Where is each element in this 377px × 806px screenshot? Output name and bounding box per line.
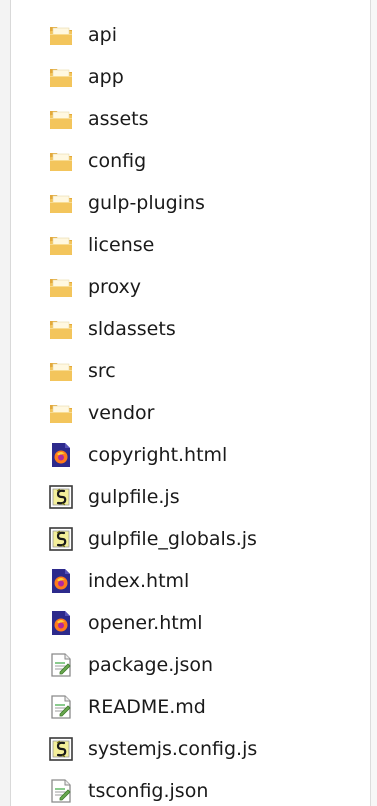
folder-item[interactable]: proxy	[0, 266, 377, 308]
folder-icon	[47, 357, 75, 385]
firefox-html-icon	[47, 609, 75, 637]
item-name: gulpfile.js	[88, 485, 180, 508]
item-name: config	[88, 149, 147, 172]
text-file-icon	[47, 651, 75, 679]
item-name: package.json	[88, 653, 214, 676]
item-name: systemjs.config.js	[88, 737, 258, 760]
file-item[interactable]: package.json	[0, 644, 377, 686]
file-list: api app assets config gulp-plugins licen…	[0, 14, 377, 806]
folder-item[interactable]: gulp-plugins	[0, 182, 377, 224]
file-item[interactable]: copyright.html	[0, 434, 377, 476]
file-item[interactable]: gulpfile_globals.js	[0, 518, 377, 560]
item-name: copyright.html	[88, 443, 228, 466]
item-name: index.html	[88, 569, 190, 592]
item-name: opener.html	[88, 611, 203, 634]
folder-icon	[47, 147, 75, 175]
file-item[interactable]: gulpfile.js	[0, 476, 377, 518]
firefox-html-icon	[47, 567, 75, 595]
item-name: README.md	[88, 695, 206, 718]
folder-item[interactable]: vendor	[0, 392, 377, 434]
item-name: assets	[88, 107, 149, 130]
folder-icon	[47, 189, 75, 217]
folder-item[interactable]: license	[0, 224, 377, 266]
folder-item[interactable]: assets	[0, 98, 377, 140]
folder-item[interactable]: sldassets	[0, 308, 377, 350]
firefox-html-icon	[47, 441, 75, 469]
folder-item[interactable]: src	[0, 350, 377, 392]
item-name: gulp-plugins	[88, 191, 205, 214]
item-name: sldassets	[88, 317, 176, 340]
file-item[interactable]: index.html	[0, 560, 377, 602]
script-file-icon	[47, 525, 75, 553]
text-file-icon	[47, 693, 75, 721]
folder-icon	[47, 63, 75, 91]
folder-icon	[47, 231, 75, 259]
folder-item[interactable]: api	[0, 14, 377, 56]
folder-icon	[47, 105, 75, 133]
folder-icon	[47, 399, 75, 427]
script-file-icon	[47, 483, 75, 511]
file-item[interactable]: systemjs.config.js	[0, 728, 377, 770]
folder-icon	[47, 21, 75, 49]
item-name: api	[88, 23, 117, 46]
item-name: proxy	[88, 275, 141, 298]
folder-icon	[47, 273, 75, 301]
item-name: src	[88, 359, 116, 382]
item-name: tsconfig.json	[88, 779, 209, 802]
item-name: gulpfile_globals.js	[88, 527, 257, 550]
item-name: vendor	[88, 401, 155, 424]
folder-item[interactable]: config	[0, 140, 377, 182]
file-item[interactable]: opener.html	[0, 602, 377, 644]
text-file-icon	[47, 777, 75, 805]
file-item[interactable]: tsconfig.json	[0, 770, 377, 806]
item-name: license	[88, 233, 155, 256]
item-name: app	[88, 65, 124, 88]
file-list-pane: api app assets config gulp-plugins licen…	[0, 0, 377, 806]
file-item[interactable]: README.md	[0, 686, 377, 728]
folder-icon	[47, 315, 75, 343]
folder-item[interactable]: app	[0, 56, 377, 98]
script-file-icon	[47, 735, 75, 763]
